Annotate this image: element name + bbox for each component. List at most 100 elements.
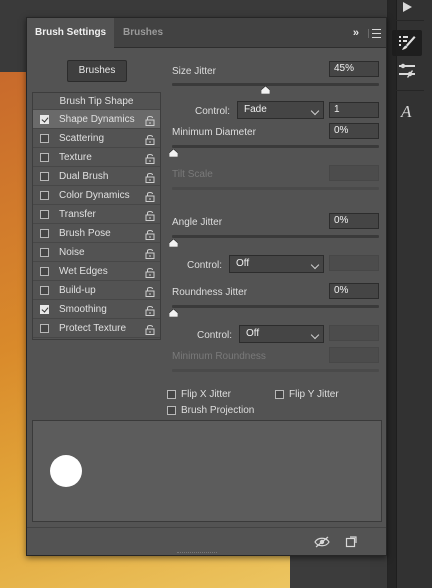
protect-texture-checkbox[interactable] [40, 324, 49, 333]
list-item-label: Shape Dynamics [59, 114, 135, 125]
build-up-checkbox[interactable] [40, 286, 49, 295]
flip-x-jitter-checkbox[interactable]: Flip X Jitter [167, 389, 231, 401]
panel-footer [27, 527, 386, 555]
brush-projection-checkbox[interactable]: Brush Projection [167, 405, 254, 417]
dual-brush-checkbox[interactable] [40, 172, 49, 181]
list-item-label: Protect Texture [59, 323, 127, 334]
dock-divider [388, 0, 396, 588]
lock-icon[interactable] [145, 209, 155, 221]
list-item-label: Dual Brush [59, 171, 109, 182]
brush-tip-shape-item[interactable]: Brush Tip Shape [33, 93, 160, 110]
tab-brush-settings[interactable]: Brush Settings [27, 18, 115, 49]
brush-stroke-preview [32, 420, 382, 522]
list-item-wet-edges[interactable]: Wet Edges [33, 262, 160, 281]
angle-jitter-field[interactable]: 0% [329, 213, 379, 229]
angle-jitter-slider[interactable] [172, 235, 379, 238]
angle-jitter-label: Angle Jitter [172, 217, 223, 228]
minimum-diameter-slider[interactable] [172, 145, 379, 148]
brush-projection-label: Brush Projection [181, 405, 255, 416]
brush-pose-checkbox[interactable] [40, 229, 49, 238]
new-brush-icon[interactable] [345, 536, 357, 548]
list-item-scattering[interactable]: Scattering [33, 129, 160, 148]
list-item-transfer[interactable]: Transfer [33, 205, 160, 224]
lock-icon[interactable] [145, 152, 155, 164]
list-item-noise[interactable]: Noise [33, 243, 160, 262]
brush-options-list: Brush Tip Shape Shape Dynamics Scattering… [32, 92, 161, 340]
minimum-diameter-slider-thumb[interactable] [169, 149, 178, 157]
color-dynamics-checkbox[interactable] [40, 191, 49, 200]
list-item-smoothing[interactable]: Smoothing [33, 300, 160, 319]
list-item-shape-dynamics[interactable]: Shape Dynamics [33, 110, 160, 129]
list-item-label: Build-up [59, 285, 96, 296]
checkbox-icon [167, 389, 176, 399]
minimum-diameter-field[interactable]: 0% [329, 123, 379, 139]
transfer-checkbox[interactable] [40, 210, 49, 219]
tab-brushes[interactable]: Brushes [115, 18, 171, 48]
fade-steps-field[interactable]: 1 [329, 102, 379, 118]
brush-settings-icon[interactable] [392, 30, 422, 56]
lock-icon[interactable] [145, 133, 155, 145]
roundness-control-label: Control: [197, 330, 233, 341]
svg-text:A: A [400, 102, 412, 121]
angle-control-label: Control: [187, 260, 223, 271]
list-item-texture[interactable]: Texture [33, 148, 160, 167]
scattering-checkbox[interactable] [40, 134, 49, 143]
lock-icon[interactable] [145, 114, 155, 126]
angle-control-extra-field [329, 255, 379, 271]
noise-checkbox[interactable] [40, 248, 49, 257]
list-item-protect-texture[interactable]: Protect Texture [33, 319, 160, 338]
lock-icon[interactable] [145, 228, 155, 240]
angle-jitter-slider-thumb[interactable] [169, 239, 178, 247]
size-jitter-label: Size Jitter [172, 66, 216, 77]
lock-icon[interactable] [145, 304, 155, 316]
minimum-roundness-label: Minimum Roundness [172, 351, 266, 362]
lock-icon[interactable] [145, 266, 155, 278]
size-jitter-slider[interactable] [172, 83, 379, 86]
flip-x-jitter-label: Flip X Jitter [181, 389, 232, 400]
flip-y-jitter-checkbox[interactable]: Flip Y Jitter [275, 389, 339, 401]
angle-control-select[interactable]: Off [229, 255, 324, 273]
roundness-control-select[interactable]: Off [239, 325, 324, 343]
list-item-label: Brush Pose [59, 228, 111, 239]
panel-resize-grip[interactable] [177, 552, 217, 554]
toggle-preview-icon[interactable] [314, 536, 330, 548]
lock-icon[interactable] [145, 323, 155, 335]
brushes-button[interactable]: Brushes [67, 60, 127, 82]
tilt-scale-slider [172, 187, 379, 190]
list-item-build-up[interactable]: Build-up [33, 281, 160, 300]
size-jitter-field[interactable]: 45% [329, 61, 379, 77]
collapse-panel-icon[interactable]: » [353, 18, 359, 48]
chevron-down-icon [310, 106, 320, 116]
brush-settings-panel: Brush Settings Brushes » Brushes Brush T… [26, 17, 387, 556]
size-control-select[interactable]: Fade [237, 101, 324, 119]
play-icon[interactable] [392, 0, 422, 14]
smoothing-checkbox[interactable] [40, 305, 49, 314]
panel-menu-icon[interactable] [368, 29, 381, 38]
lock-icon[interactable] [145, 171, 155, 183]
roundness-jitter-field[interactable]: 0% [329, 283, 379, 299]
list-item-brush-pose[interactable]: Brush Pose [33, 224, 160, 243]
list-item-label: Noise [59, 247, 85, 258]
lock-icon[interactable] [145, 285, 155, 297]
list-item-dual-brush[interactable]: Dual Brush [33, 167, 160, 186]
lock-icon[interactable] [145, 247, 155, 259]
character-icon[interactable]: A [392, 98, 422, 124]
checkbox-icon [167, 405, 176, 415]
roundness-control-value: Off [246, 328, 260, 339]
wet-edges-checkbox[interactable] [40, 267, 49, 276]
list-item-color-dynamics[interactable]: Color Dynamics [33, 186, 160, 205]
roundness-jitter-slider[interactable] [172, 305, 379, 308]
tilt-scale-field [329, 165, 379, 181]
texture-checkbox[interactable] [40, 153, 49, 162]
lock-icon[interactable] [145, 190, 155, 202]
brush-tip-preview [50, 455, 82, 487]
shape-dynamics-checkbox[interactable] [40, 115, 49, 124]
brush-presets-icon[interactable] [392, 58, 422, 84]
list-item-label: Smoothing [59, 304, 107, 315]
roundness-jitter-slider-thumb[interactable] [169, 309, 178, 317]
size-jitter-slider-thumb[interactable] [261, 86, 270, 94]
minimum-roundness-field [329, 347, 379, 363]
panel-tab-bar: Brush Settings Brushes » [27, 18, 386, 49]
roundness-jitter-label: Roundness Jitter [172, 287, 248, 298]
tilt-scale-label: Tilt Scale [172, 169, 213, 180]
